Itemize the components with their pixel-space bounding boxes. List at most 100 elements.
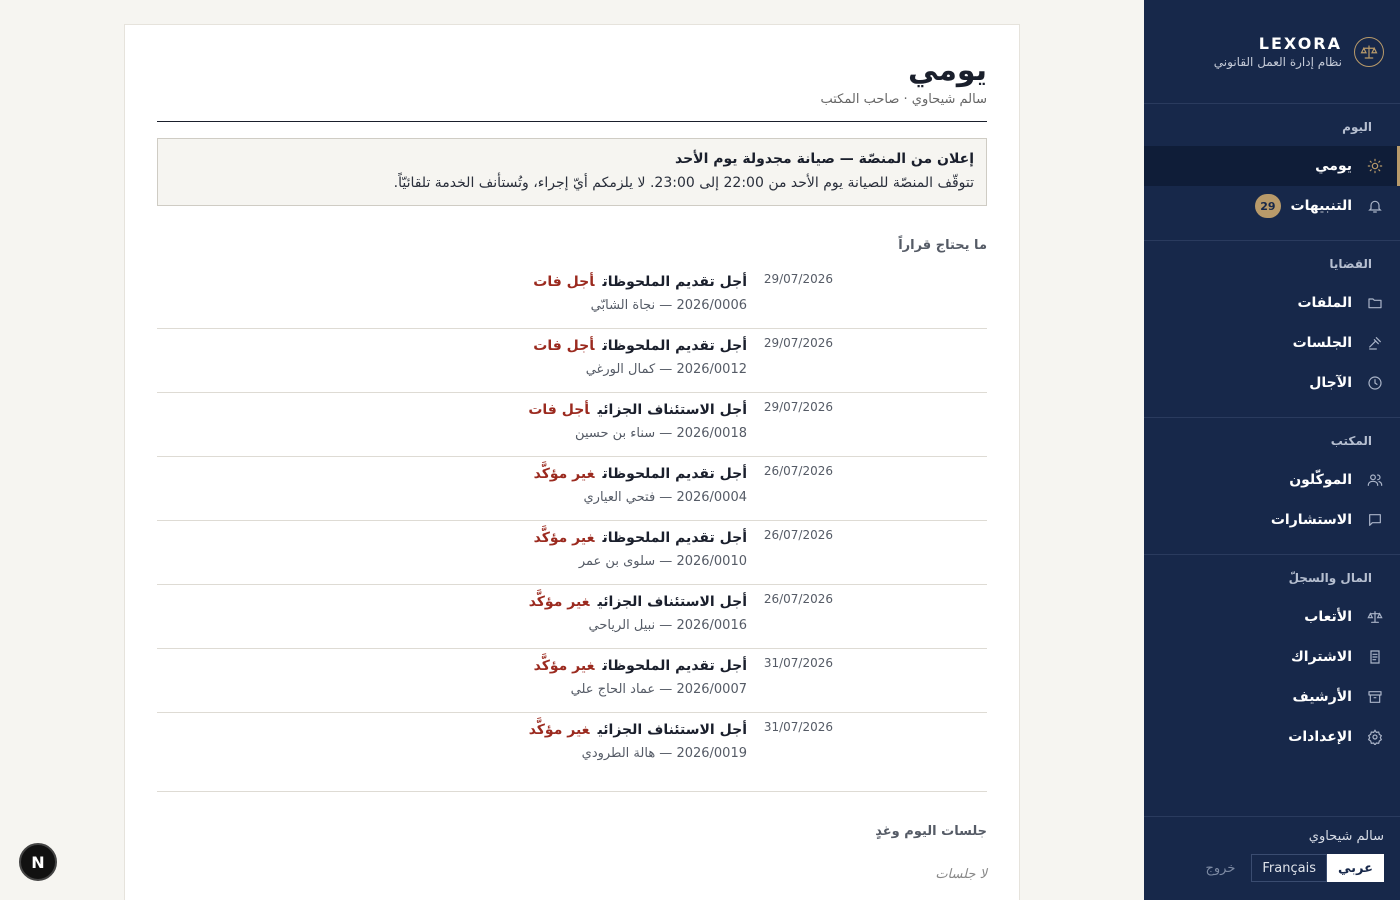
status-badge: غير مؤكَّد	[528, 722, 590, 738]
status-badge: غير مؤكَّد	[533, 466, 595, 482]
folder-icon	[1366, 294, 1384, 312]
nav-section-office: المكتب الموكّلون الاستشارات	[1144, 418, 1400, 555]
sidebar: LEXORA نظام إدارة العمل القانوني اليوم ي…	[1144, 0, 1400, 900]
main-card: يومي سالم شيحاوي · صاحب المكتب إعلان من …	[124, 24, 1020, 900]
row-title: أجل تقديم الملحوظات	[602, 658, 747, 674]
nav-section-title: المكتب	[1330, 434, 1372, 448]
bell-icon	[1366, 197, 1384, 215]
sidebar-item-subscription[interactable]: الاشتراك	[1144, 637, 1400, 677]
alerts-count-badge: 29	[1255, 194, 1281, 218]
clock-icon	[1366, 374, 1384, 392]
nav-section-title: اليوم	[1342, 120, 1372, 134]
scales-icon	[1354, 36, 1384, 67]
status-badge: أجل فات	[533, 274, 595, 290]
row-main: أجل الاستئناف الجزائي غير مؤكَّد 2026/001…	[529, 591, 747, 633]
list-item[interactable]: أجل الاستئناف الجزائي أجل فات 2026/0018 —…	[157, 393, 987, 457]
row-date: 26/07/2026	[763, 464, 833, 478]
row-meta: 2026/0019 — هالة الطرودي	[581, 746, 747, 761]
list-item[interactable]: أجل تقديم الملحوظات أجل فات 2026/0012 — ك…	[157, 329, 987, 393]
row-date: 29/07/2026	[763, 336, 833, 350]
row-date: 31/07/2026	[763, 656, 833, 670]
sidebar-item-fees[interactable]: الأتعاب	[1144, 597, 1400, 637]
row-date: 26/07/2026	[763, 528, 833, 542]
row-meta: 2026/0018 — سناء بن حسين	[575, 426, 747, 441]
row-main: أجل تقديم الملحوظات غير مؤكَّد 2026/0004 …	[534, 463, 747, 505]
row-main: أجل تقديم الملحوظات غير مؤكَّد 2026/0010 …	[534, 527, 747, 569]
list-divider	[157, 791, 987, 792]
sidebar-item-files[interactable]: الملفات	[1144, 283, 1400, 323]
decisions-list: أجل تقديم الملحوظات أجل فات 2026/0006 — ن…	[157, 265, 987, 777]
gear-icon	[1366, 728, 1384, 746]
status-badge: غير مؤكَّد	[533, 658, 595, 674]
row-date: 31/07/2026	[763, 720, 833, 734]
row-main: أجل الاستئناف الجزائي أجل فات 2026/0018 —…	[528, 399, 747, 441]
row-meta: 2026/0016 — نبيل الرياحي	[588, 618, 747, 633]
status-badge: أجل فات	[533, 338, 595, 354]
sidebar-item-label: الإعدادات	[1288, 729, 1352, 745]
sidebar-item-label: الموكّلون	[1289, 472, 1352, 488]
scales-icon	[1366, 608, 1384, 626]
status-badge: غير مؤكَّد	[528, 594, 590, 610]
sidebar-item-my-day[interactable]: يومي	[1144, 146, 1400, 186]
page-subtitle: سالم شيحاوي · صاحب المكتب	[820, 92, 987, 107]
row-title: أجل الاستئناف الجزائي	[597, 594, 747, 610]
sidebar-item-label: الاشتراك	[1290, 649, 1352, 665]
list-item[interactable]: أجل الاستئناف الجزائي غير مؤكَّد 2026/001…	[157, 585, 987, 649]
hearings-empty-state: لا جلسات	[935, 867, 987, 882]
sidebar-item-label: الأرشيف	[1292, 689, 1352, 705]
row-meta: 2026/0006 — نجاة الشابّي	[590, 298, 747, 313]
row-main: أجل تقديم الملحوظات أجل فات 2026/0012 — ك…	[533, 335, 747, 377]
brand-subtitle: نظام إدارة العمل القانوني	[1213, 55, 1342, 69]
row-main: أجل تقديم الملحوظات أجل فات 2026/0006 — ن…	[533, 271, 747, 313]
sidebar-item-label: الملفات	[1297, 295, 1352, 311]
notice-title: إعلان من المنصّة — صيانة مجدولة يوم الأح…	[674, 151, 974, 167]
sidebar-item-label: يومي	[1315, 158, 1352, 174]
list-item[interactable]: أجل تقديم الملحوظات غير مؤكَّد 2026/0010 …	[157, 521, 987, 585]
sidebar-item-deadlines[interactable]: الآجال	[1144, 363, 1400, 403]
sidebar-item-settings[interactable]: الإعدادات	[1144, 717, 1400, 757]
sidebar-item-label: الجلسات	[1292, 335, 1352, 351]
lang-arabic-button[interactable]: عربي	[1326, 854, 1384, 882]
row-meta: 2026/0010 — سلوى بن عمر	[578, 554, 747, 569]
row-meta: 2026/0012 — كمال الورغي	[585, 362, 747, 377]
row-title: أجل تقديم الملحوظات	[602, 530, 747, 546]
document-icon	[1366, 648, 1384, 666]
sun-icon	[1366, 157, 1384, 175]
sidebar-item-consultations[interactable]: الاستشارات	[1144, 500, 1400, 540]
nav-section-title: القضايا	[1329, 257, 1372, 271]
row-title: أجل الاستئناف الجزائي	[597, 402, 747, 418]
status-badge: غير مؤكَّد	[533, 530, 595, 546]
lang-french-button[interactable]: Français	[1251, 854, 1327, 882]
nav-section-finance: المال والسجلّ الأتعاب الاشتراك الأرشيف ا…	[1144, 555, 1400, 771]
hearings-heading: جلسات اليوم وغدٍ	[875, 824, 987, 839]
sidebar-item-label: الأتعاب	[1304, 609, 1352, 625]
logout-link[interactable]: خروج	[1206, 861, 1236, 876]
sidebar-item-clients[interactable]: الموكّلون	[1144, 460, 1400, 500]
language-switcher: عربي Français خروج	[1160, 854, 1384, 882]
sidebar-item-alerts[interactable]: التنبيهات 29	[1144, 186, 1400, 226]
list-item[interactable]: أجل الاستئناف الجزائي غير مؤكَّد 2026/001…	[157, 713, 987, 777]
row-main: أجل تقديم الملحوظات غير مؤكَّد 2026/0007 …	[534, 655, 747, 697]
list-item[interactable]: أجل تقديم الملحوظات أجل فات 2026/0006 — ن…	[157, 265, 987, 329]
sidebar-item-label: الآجال	[1309, 375, 1352, 391]
dev-tools-badge[interactable]: N	[19, 843, 57, 881]
notice-body: تتوقّف المنصّة للصيانة يوم الأحد من 22:0…	[393, 175, 974, 191]
row-title: أجل الاستئناف الجزائي	[597, 722, 747, 738]
sidebar-item-archive[interactable]: الأرشيف	[1144, 677, 1400, 717]
sidebar-item-hearings[interactable]: الجلسات	[1144, 323, 1400, 363]
list-item[interactable]: أجل تقديم الملحوظات غير مؤكَّد 2026/0007 …	[157, 649, 987, 713]
row-date: 29/07/2026	[763, 272, 833, 286]
gavel-icon	[1366, 334, 1384, 352]
sidebar-footer: سالم شيحاوي عربي Français خروج	[1144, 816, 1400, 900]
brand[interactable]: LEXORA نظام إدارة العمل القانوني	[1144, 0, 1400, 104]
users-icon	[1366, 471, 1384, 489]
list-item[interactable]: أجل تقديم الملحوظات غير مؤكَّد 2026/0004 …	[157, 457, 987, 521]
row-title: أجل تقديم الملحوظات	[602, 338, 747, 354]
archive-icon	[1366, 688, 1384, 706]
row-date: 29/07/2026	[763, 400, 833, 414]
chat-icon	[1366, 511, 1384, 529]
title-divider	[157, 121, 987, 122]
brand-name: LEXORA	[1258, 34, 1342, 53]
row-title: أجل تقديم الملحوظات	[602, 274, 747, 290]
row-main: أجل الاستئناف الجزائي غير مؤكَّد 2026/001…	[529, 719, 747, 761]
